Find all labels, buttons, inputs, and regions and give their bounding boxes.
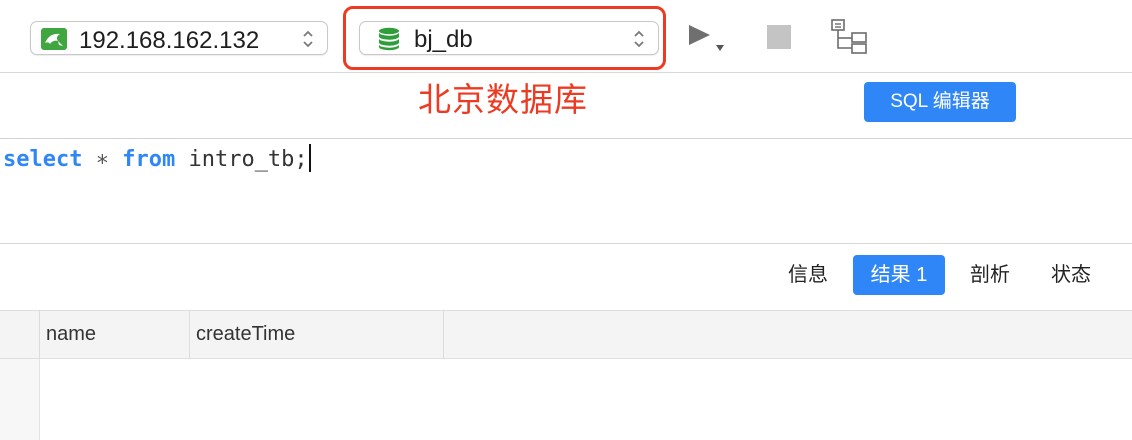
keyword-select: select — [3, 147, 83, 172]
connection-select[interactable]: 192.168.162.132 — [30, 21, 328, 55]
chevron-updown-icon — [303, 30, 313, 48]
results-grid-header: name createTime — [0, 310, 1132, 359]
database-highlight-box — [343, 6, 666, 70]
row-number-header — [0, 311, 40, 358]
text-caret — [308, 144, 311, 172]
stop-square-icon[interactable] — [766, 24, 792, 50]
sql-editor-tab[interactable]: SQL 编辑器 — [864, 82, 1016, 122]
code-line[interactable]: select ∗ from intro_tb; — [3, 144, 311, 175]
tab-result-1[interactable]: 结果 1 — [853, 255, 945, 295]
annotation-label: 北京数据库 — [418, 81, 588, 118]
column-header-name[interactable]: name — [40, 311, 190, 358]
schema-tree-icon[interactable] — [830, 18, 870, 54]
operator-star: ∗ — [82, 147, 123, 172]
tab-info[interactable]: 信息 — [772, 255, 844, 295]
row-number-column — [0, 359, 40, 440]
query-rest: intro_tb; — [175, 147, 308, 172]
tab-profile[interactable]: 剖析 — [954, 255, 1026, 295]
tab-status[interactable]: 状态 — [1035, 255, 1107, 295]
run-triangle-icon[interactable] — [686, 23, 730, 55]
dolphin-connection-icon — [41, 28, 67, 50]
column-header-createtime[interactable]: createTime — [190, 311, 444, 358]
connection-label: 192.168.162.132 — [79, 27, 260, 54]
result-tabs: 信息 结果 1 剖析 状态 — [0, 244, 1132, 310]
keyword-from: from — [122, 147, 176, 172]
results-grid-body[interactable] — [0, 359, 1132, 440]
sql-editor[interactable]: select ∗ from intro_tb; — [0, 139, 1132, 243]
